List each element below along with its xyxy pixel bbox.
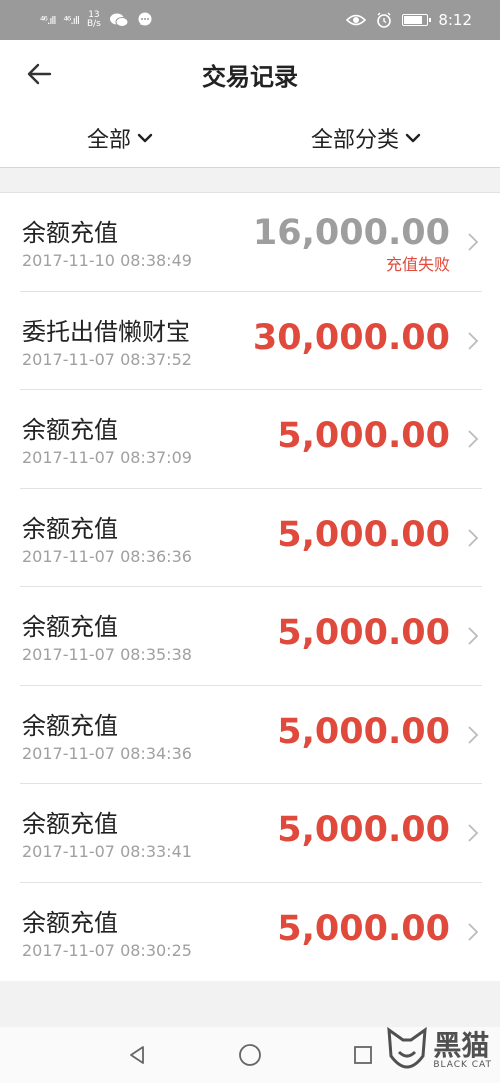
eye-icon [346, 14, 367, 26]
transaction-name: 余额充值 [22, 613, 118, 641]
network-speed-unit: B/s [86, 19, 101, 29]
back-arrow-icon[interactable] [24, 58, 56, 90]
app-header: 交易记录 [0, 40, 500, 108]
transaction-amount: 5,000.00 [277, 514, 450, 555]
battery-icon [402, 14, 432, 26]
transaction-name: 余额充值 [22, 810, 118, 838]
transaction-name: 余额充值 [22, 219, 118, 247]
transaction-name: 余额充值 [22, 908, 118, 937]
type-filter-label: 全部 [87, 127, 132, 153]
transaction-name: 委托出借懒财宝 [22, 317, 190, 346]
transaction-amount: 5,000.00 [277, 711, 450, 752]
transaction-amount: 5,000.00 [277, 416, 450, 456]
chevron-right-icon [468, 233, 479, 251]
transaction-name: 余额充值 [22, 711, 118, 740]
signal-icon-1: ⁴⁶.ıll [40, 13, 57, 27]
transaction-status: 充值失败 [385, 255, 450, 274]
filter-bar: 全部 全部分类 [0, 108, 500, 168]
transaction-amount: 5,000.00 [277, 908, 450, 949]
transaction-row[interactable]: 余额充值 2017-11-07 08:35:38 5,000.00 [0, 587, 500, 686]
chevron-right-icon [468, 430, 479, 448]
transaction-row[interactable]: 余额充值 2017-11-07 08:34:36 5,000.00 [0, 686, 500, 785]
transaction-date: 2017-11-07 08:34:36 [22, 743, 192, 763]
transaction-date: 2017-11-07 08:37:52 [22, 349, 192, 369]
chevron-right-icon [468, 824, 479, 842]
message-icon [138, 12, 152, 26]
transaction-date: 2017-11-07 08:33:41 [22, 842, 192, 861]
chevron-right-icon [468, 627, 479, 645]
transaction-name: 余额充值 [22, 416, 118, 444]
transaction-row[interactable]: 余额充值 2017-11-07 08:37:09 5,000.00 [0, 390, 500, 489]
chevron-right-icon [468, 331, 479, 350]
nav-home-button[interactable] [235, 1040, 265, 1070]
nav-back-button[interactable] [122, 1040, 152, 1070]
wechat-icon [109, 13, 129, 27]
chevron-right-icon [468, 528, 479, 547]
transaction-amount: 5,000.00 [277, 613, 450, 653]
clock: 8:12 [438, 11, 472, 29]
type-filter-dropdown[interactable]: 全部 [87, 122, 153, 154]
transaction-amount: 30,000.00 [252, 317, 450, 358]
transaction-date: 2017-11-10 08:38:49 [22, 251, 192, 270]
transaction-name: 余额充值 [22, 514, 118, 543]
transaction-date: 2017-11-07 08:37:09 [22, 448, 192, 467]
page-title: 交易记录 [202, 62, 298, 91]
status-bar: ⁴⁶.ıll ⁴⁶.ıll 13 B/s 8:12 [0, 0, 500, 40]
chevron-down-icon [405, 133, 421, 142]
alarm-icon [377, 12, 392, 28]
transaction-row[interactable]: 委托出借懒财宝 2017-11-07 08:37:52 30,000.00 [0, 292, 500, 391]
square-recents-icon [354, 1046, 373, 1064]
nav-recents-button[interactable] [348, 1040, 378, 1070]
watermark-logo: 黑猫 BLACK CAT [385, 1026, 492, 1076]
transaction-amount: 16,000.00 [252, 213, 450, 253]
triangle-back-icon [129, 1046, 144, 1064]
transaction-date: 2017-11-07 08:35:38 [22, 645, 192, 664]
transaction-row[interactable]: 余额充值 2017-11-07 08:33:41 5,000.00 [0, 784, 500, 883]
watermark-en: BLACK CAT [433, 1060, 492, 1070]
transaction-date: 2017-11-07 08:30:25 [22, 940, 192, 960]
chevron-down-icon [137, 133, 153, 142]
circle-home-icon [239, 1044, 261, 1066]
transaction-date: 2017-11-07 08:36:36 [22, 546, 192, 566]
transaction-row[interactable]: 余额充值 2017-11-07 08:30:25 5,000.00 [0, 883, 500, 982]
signal-icon-2: ⁴⁶.ıll [63, 13, 80, 27]
chevron-right-icon [468, 725, 479, 744]
watermark-cn: 黑猫 [433, 1029, 490, 1062]
transaction-list: 余额充值 2017-11-10 08:38:49 16,000.00 充值失败 … [0, 192, 500, 981]
chevron-right-icon [468, 922, 479, 941]
category-filter-label: 全部分类 [311, 127, 400, 153]
transaction-amount: 5,000.00 [277, 810, 450, 850]
category-filter-dropdown[interactable]: 全部分类 [311, 122, 421, 154]
cat-head-icon [387, 1026, 428, 1069]
network-speed: 13 B/s [87, 11, 101, 29]
transaction-row[interactable]: 余额充值 2017-11-10 08:38:49 16,000.00 充值失败 [0, 193, 500, 292]
transaction-row[interactable]: 余额充值 2017-11-07 08:36:36 5,000.00 [0, 489, 500, 588]
